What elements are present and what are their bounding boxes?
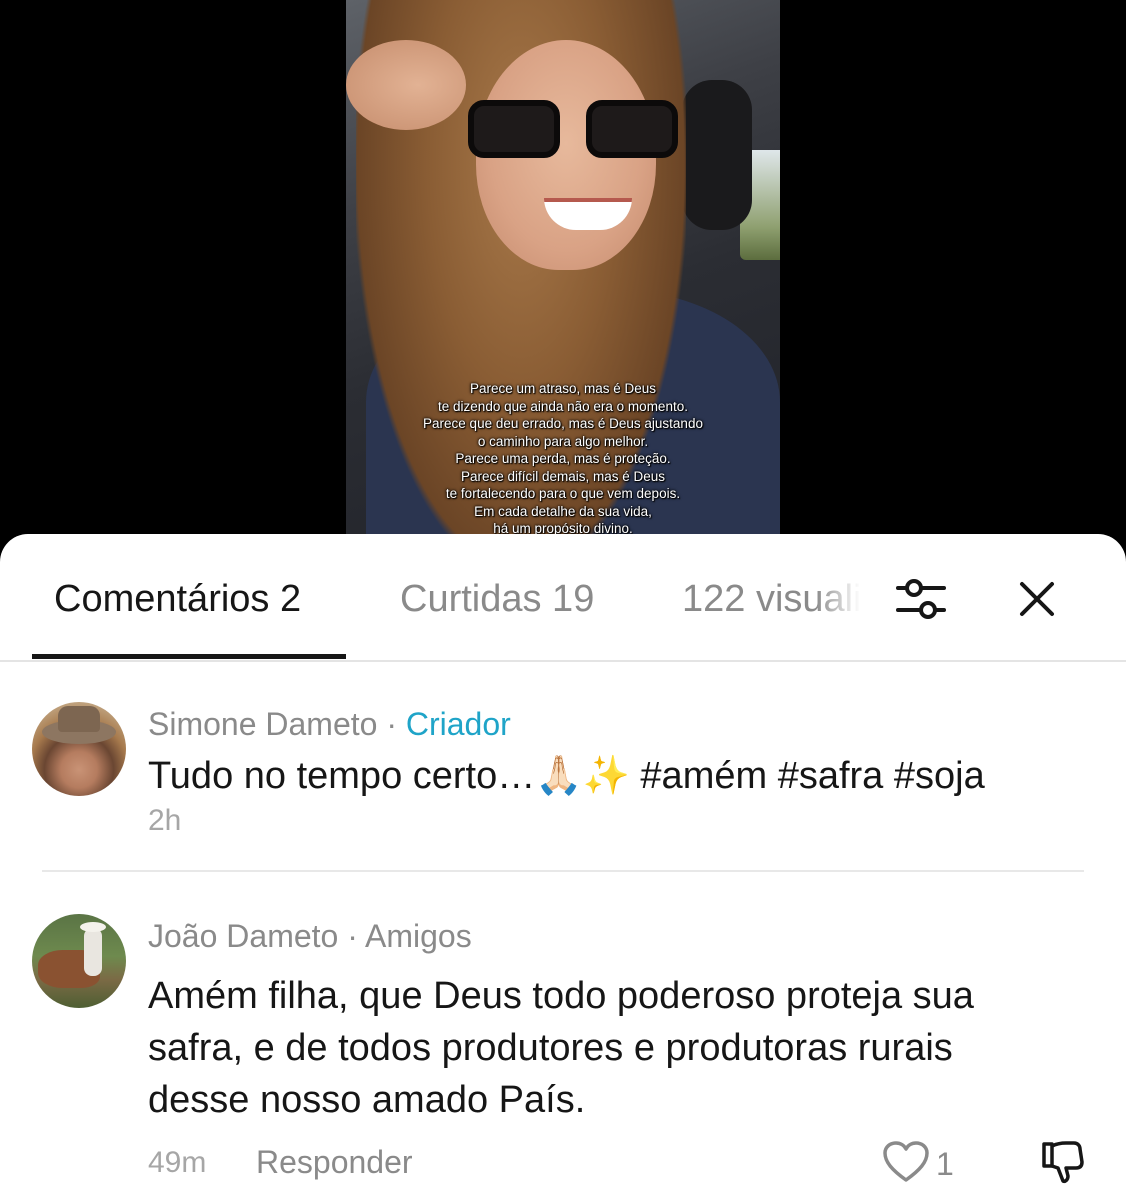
comment-author[interactable]: João Dameto <box>148 918 338 954</box>
avatar[interactable] <box>32 914 126 1008</box>
tab-comments[interactable]: Comentários 2 <box>54 578 301 621</box>
comment-timestamp: 2h <box>148 804 182 837</box>
comment-text-line: Amém filha, que Deus todo poderoso prote… <box>148 975 974 1017</box>
creator-badge: Criador <box>405 706 511 742</box>
comment-header: Simone Dameto · Criador <box>148 706 511 743</box>
caption-line: te fortalecendo para o que vem depois. <box>445 486 681 501</box>
active-tab-indicator <box>32 654 346 659</box>
like-count: 1 <box>936 1146 954 1182</box>
comment-timestamp: 49m <box>148 1146 207 1179</box>
sunglasses-image <box>468 100 678 162</box>
video-caption: Parece um atraso, mas é Deus te dizendo … <box>346 380 780 538</box>
filter-icon <box>896 579 946 619</box>
separator: · <box>377 706 406 742</box>
close-icon <box>1020 582 1054 616</box>
caption-line: Parece que deu errado, mas é Deus ajusta… <box>423 416 703 431</box>
tab-views[interactable]: 122 visualizações <box>682 578 860 621</box>
comment-text: Tudo no tempo certo…🙏🏻✨ #amém #safra #so… <box>148 755 985 797</box>
avatar[interactable] <box>32 702 126 796</box>
comment-header: João Dameto · Amigos <box>148 918 472 955</box>
comment-divider <box>42 870 1084 872</box>
caption-line: Parece uma perda, mas é proteção. <box>455 451 671 466</box>
dislike-button[interactable] <box>1038 1138 1086 1186</box>
filter-button[interactable] <box>894 574 948 624</box>
close-button[interactable] <box>1014 576 1060 622</box>
caption-line: o caminho para algo melhor. <box>477 433 649 449</box>
arm-image <box>346 40 466 130</box>
video-frame[interactable]: Parece um atraso, mas é Deus te dizendo … <box>346 0 780 560</box>
comment-text-line: desse nosso amado País. <box>148 1079 586 1121</box>
heart-icon <box>883 1141 929 1182</box>
comments-sheet: Comentários 2 Curtidas 19 122 visualizaç… <box>0 534 1126 1200</box>
comment-text: Amém filha, que Deus todo poderoso prote… <box>148 970 974 1126</box>
friends-badge: Amigos <box>365 918 472 954</box>
caption-line: Parece um atraso, mas é Deus <box>469 381 657 396</box>
comment-author[interactable]: Simone Dameto <box>148 706 377 742</box>
tab-likes[interactable]: Curtidas 19 <box>400 578 594 621</box>
video-player[interactable]: Parece um atraso, mas é Deus te dizendo … <box>0 0 1126 560</box>
hat-top-image <box>58 706 100 732</box>
tab-bar: Comentários 2 Curtidas 19 122 visualizaç… <box>0 534 1126 662</box>
caption-line: Parece difícil demais, mas é Deus <box>460 468 666 484</box>
headrest-image <box>682 80 752 230</box>
separator: · <box>338 918 365 954</box>
like-button[interactable] <box>882 1140 930 1184</box>
thumbs-down-icon <box>1042 1141 1084 1183</box>
caption-line: Em cada detalhe da sua vida, <box>474 503 652 519</box>
rider-hat-image <box>80 922 106 932</box>
rider-image <box>84 928 102 976</box>
caption-line: te dizendo que ainda não era o momento. <box>438 398 688 414</box>
comment-text-line: safra, e de todos produtores e produtora… <box>148 1027 953 1069</box>
reply-button[interactable]: Responder <box>256 1144 413 1181</box>
